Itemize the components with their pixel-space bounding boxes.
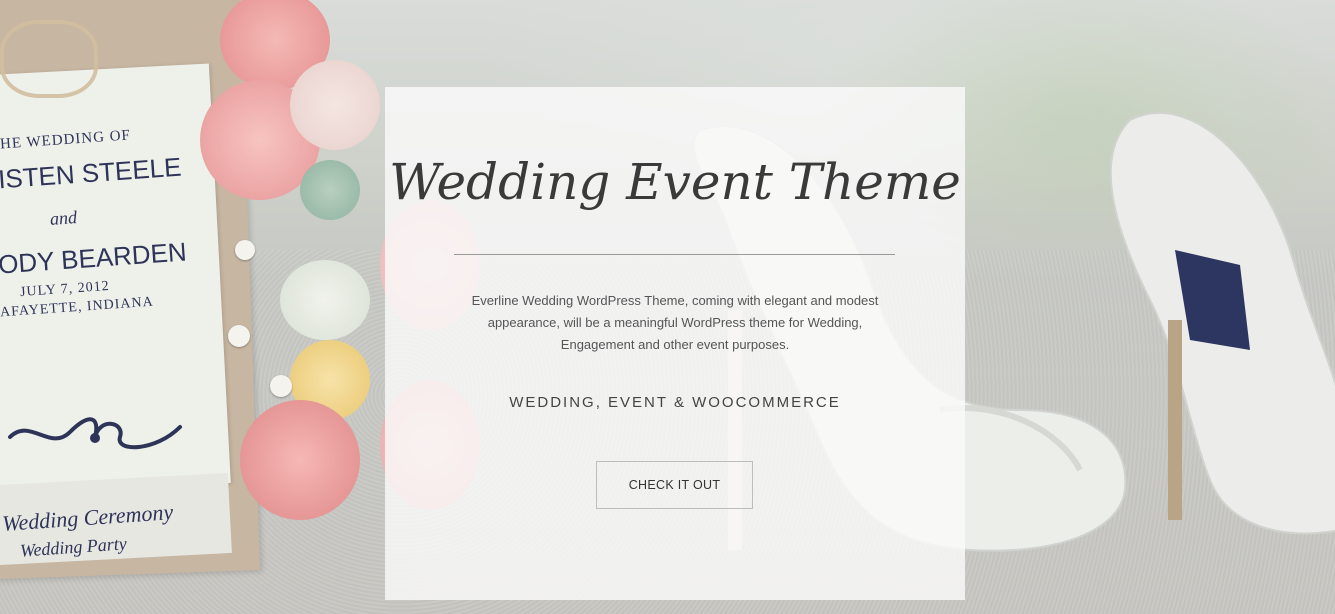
hero-tagline: WEDDING, EVENT & WOOCOMMERCE [509,394,841,411]
title-divider [454,254,895,255]
check-it-out-button[interactable]: CHECK IT OUT [596,461,753,509]
invitation-line: and [49,207,78,229]
hero-panel: Wedding Event Theme Everline Wedding Wor… [385,87,965,600]
flourish-ornament [8,417,182,450]
shoe-right [1109,112,1335,535]
twine-bow [0,20,98,98]
hero-title: Wedding Event Theme [389,153,961,211]
hero-description: Everline Wedding WordPress Theme, coming… [471,293,879,352]
